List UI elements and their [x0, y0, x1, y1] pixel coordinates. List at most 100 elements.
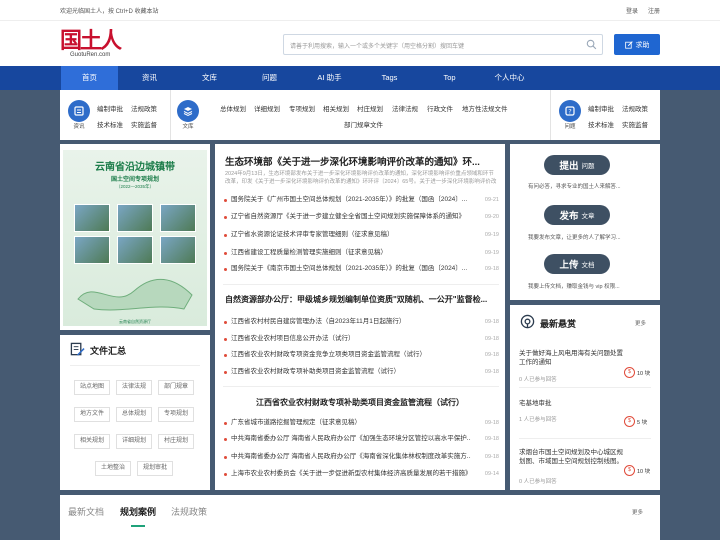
news-list-item[interactable]: 江西省农村村民自建房管理办法（自2023年11月1日起施行） 09-18	[223, 317, 499, 327]
bullet	[224, 216, 227, 219]
action-verb: 提出	[559, 161, 579, 172]
bounty-meta: 0 人已参与回答	[519, 377, 557, 383]
news-headline[interactable]: 江西省农业农村财政专项补助类项目资金监管流程（试行）	[215, 397, 505, 408]
logo-domain: GuotuRen.com	[70, 52, 111, 58]
news-list-item[interactable]: 辽宁省自然资源厅《关于进一步建立健全全省国土空间规划实施保障体系的通知》 09-2…	[223, 212, 499, 222]
nav-news[interactable]: 资讯	[121, 66, 178, 90]
news-list-item[interactable]: 国务院关于《广州市国土空间总体规划（2021-2035年）》的批复（国函〔202…	[223, 195, 499, 205]
news-headline[interactable]: 自然资源部办公厅：甲级城乡规划编制单位资质"双随机、一公开"监督检...	[225, 294, 497, 305]
site-logo[interactable]: 国土人 GuotuRen.com	[60, 30, 134, 60]
publish-article-button[interactable]: 发布 文章	[544, 205, 610, 225]
tab-planning-cases[interactable]: 规划案例	[120, 505, 156, 518]
cat-news-link[interactable]: 法规政策	[131, 103, 157, 113]
login-link[interactable]: 登录	[626, 6, 638, 15]
news-list-item[interactable]: 上海市农业农村委员会《关于进一步促进新型农村集体经济高质量发展的若干措施》...…	[223, 469, 499, 479]
news-item-title: 辽宁省自然资源厅《关于进一步建立健全全省国土空间规划实施保障体系的通知》	[231, 213, 465, 220]
news-list-item[interactable]: 江西省农业农村财政专项补助类项目资金监管流程（试行） 09-18	[223, 367, 499, 377]
divider	[550, 90, 551, 140]
cat-library-link[interactable]: 地方性法规文件	[462, 103, 508, 113]
bounty-question[interactable]: 关于做好海上风电用海有关问题处置工作的通知	[519, 349, 623, 367]
cat-library-link[interactable]: 专项规划	[289, 103, 315, 113]
nav-library[interactable]: 文库	[181, 66, 238, 90]
search-input[interactable]: 请善于利用搜索，输入一个或多个关键字（用空格分割）搜回车键	[283, 34, 603, 55]
cat-questions-link[interactable]: 法规政策	[622, 103, 648, 113]
bullet	[224, 338, 227, 341]
file-tag[interactable]: 相关规划	[74, 434, 110, 449]
file-tag[interactable]: 部门规章	[158, 380, 194, 395]
bullet	[224, 321, 227, 324]
cat-news-group[interactable]: 资讯	[68, 100, 90, 130]
cat-library-link[interactable]: 行政文件	[427, 103, 453, 113]
top-bar: 欢迎光临国土人，按 Ctrl+D 收藏本站 登录 注册	[0, 0, 720, 20]
nav-questions[interactable]: 问题	[241, 66, 298, 90]
news-item-title: 中共海南省委办公厅 海南省人民政府办公厅《加强生态环境分区管控以高水平保护...	[231, 435, 471, 442]
cat-questions-link[interactable]: 编制审批	[588, 103, 614, 113]
bounty-reward: 5 块	[637, 418, 647, 426]
register-link[interactable]: 注册	[648, 6, 660, 15]
cat-library-group[interactable]: 文库	[177, 100, 199, 130]
nav-top[interactable]: Top	[421, 66, 478, 90]
tab-latest-docs[interactable]: 最新文档	[68, 505, 104, 518]
news-item-title: 广东省城市道路挖掘管理规定（征求意见稿）	[231, 419, 361, 426]
bounty-question[interactable]: 宅基地审批	[519, 399, 623, 408]
logo-mark: 国土人	[60, 28, 122, 54]
cat-questions-group[interactable]: ? 问题	[559, 100, 581, 130]
cat-library-link[interactable]: 部门规章文件	[344, 119, 383, 129]
reward-amount: 10	[637, 469, 644, 475]
active-tab-underline	[131, 525, 145, 527]
news-list-item[interactable]: 江西省农业农村财政专项资金竞争立项类项目资金监管流程（试行） 09-18	[223, 350, 499, 360]
nav-tags[interactable]: Tags	[361, 66, 418, 90]
nav-ai-assistant[interactable]: AI 助手	[301, 66, 358, 90]
news-panel: 生态环境部《关于进一步深化环境影响评价改革的通知》环... 2024年9月13日…	[215, 144, 505, 490]
news-list-item[interactable]: 江西省农业农村项目信息公开办法（试行） 09-18	[223, 334, 499, 344]
bottom-more-link[interactable]: 更多	[632, 508, 643, 516]
news-list-item[interactable]: 中共海南省委办公厅 海南省人民政府办公厅《加强生态环境分区管控以高水平保护...…	[223, 434, 499, 444]
file-tag[interactable]: 总体规划	[116, 407, 152, 422]
cat-news-link[interactable]: 实施监督	[131, 119, 157, 129]
upload-document-button[interactable]: 上传 文档	[544, 254, 610, 274]
divider	[70, 365, 200, 366]
file-summary-title: 文件汇总	[90, 346, 127, 356]
file-tag[interactable]: 专项规划	[158, 407, 194, 422]
cat-library-link[interactable]: 村庄规划	[357, 103, 383, 113]
svg-text:?: ?	[568, 108, 571, 116]
bounty-title: 最新悬赏	[540, 319, 577, 329]
news-list-item[interactable]: 国务院关于《南京市国土空间总体规划（2021-2035年）》的批复（国函〔202…	[223, 264, 499, 274]
news-list-item[interactable]: 广东省城市道路挖掘管理规定（征求意见稿） 09-18	[223, 418, 499, 428]
cat-news-link[interactable]: 技术标准	[97, 119, 123, 129]
ask-question-button[interactable]: 提出 问题	[544, 155, 610, 175]
cat-news-link[interactable]: 编制审批	[97, 103, 123, 113]
action-noun: 问题	[581, 163, 595, 170]
file-tag[interactable]: 站点地图	[74, 380, 110, 395]
file-tag[interactable]: 详细规划	[116, 434, 152, 449]
news-list-item[interactable]: 辽宁省水资源论证技术评审专家管理细则（征求意见稿） 09-19	[223, 230, 499, 240]
ask-button[interactable]: 求助	[614, 34, 660, 55]
file-tag[interactable]: 地方文件	[74, 407, 110, 422]
news-list-item[interactable]: 江西省建设工程质量检测管理实施细则（征求意见稿） 09-19	[223, 248, 499, 258]
bottom-tabs-panel: 最新文档 规划案例 法规政策 更多	[60, 495, 660, 540]
bounty-question[interactable]: 求烟台市国土空间规划及中心城区规划图、市域国土空间规划控制线图。	[519, 448, 623, 466]
cat-library-link[interactable]: 法律法规	[392, 103, 418, 113]
news-list-item[interactable]: 中共海南省委办公厅 海南省人民政府办公厅《海南省深化集体林权制度改革实施方...…	[223, 452, 499, 462]
tab-regulations[interactable]: 法规政策	[171, 505, 207, 518]
cat-questions-link[interactable]: 实施监督	[622, 119, 648, 129]
file-tag[interactable]: 规划审批	[137, 461, 173, 476]
cat-library-link[interactable]: 详细规划	[254, 103, 280, 113]
document-edit-icon	[70, 342, 85, 356]
nav-user-center[interactable]: 个人中心	[481, 66, 538, 90]
file-tag[interactable]: 村庄规划	[158, 434, 194, 449]
file-tag[interactable]: 土地整治	[95, 461, 131, 476]
file-tag[interactable]: 法律法规	[116, 380, 152, 395]
cat-questions-link[interactable]: 技术标准	[588, 119, 614, 129]
poster-photo	[74, 236, 110, 264]
bounty-more-link[interactable]: 更多	[635, 319, 646, 327]
cat-library-link[interactable]: 相关规划	[323, 103, 349, 113]
news-headline[interactable]: 生态环境部《关于进一步深化环境影响评价改革的通知》环...	[225, 154, 497, 168]
action-description: 我要发布文章，让更多的人了解学习...	[528, 235, 621, 241]
search-icon[interactable]	[586, 39, 597, 50]
broadcast-icon	[520, 314, 535, 329]
question-icon: ?	[559, 100, 581, 122]
nav-home[interactable]: 首页	[61, 66, 118, 90]
cat-library-link[interactable]: 总体规划	[220, 103, 246, 113]
promo-poster[interactable]: 云南省沿边城镇带 国土空间专项规划 （2022—2035年） 云南省自然资源厅	[60, 144, 210, 330]
